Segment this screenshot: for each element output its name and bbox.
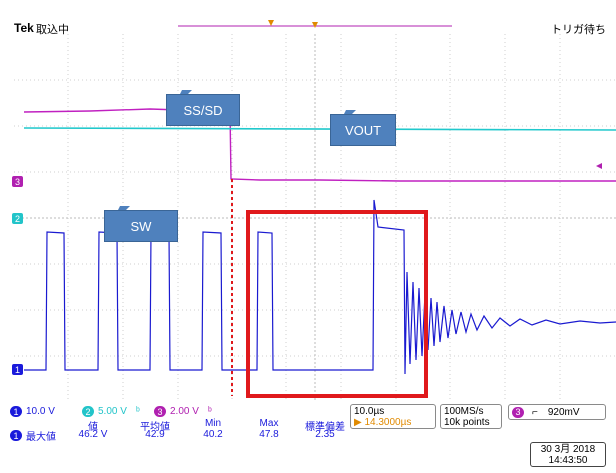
timebase-box[interactable]: 10.0µs ▶ 14.3000µs — [350, 404, 436, 429]
brand-logo: Tek — [14, 21, 34, 35]
measurement-channel-chip[interactable]: 1 — [10, 430, 22, 441]
ch1-marker[interactable]: 1 — [12, 364, 23, 375]
trigger-position-bar — [178, 20, 452, 28]
trigger-box[interactable]: 3 ⌐ 920mV — [508, 404, 606, 420]
waveform-area — [14, 34, 616, 402]
trigger-level: 920mV — [547, 406, 580, 418]
acquisition-box[interactable]: 100MS/s 10k points — [440, 404, 502, 429]
date: 30 3月 2018 — [540, 444, 596, 455]
measurement-value: 40.2 — [203, 429, 223, 440]
sample-rate: 100MS/s — [444, 406, 484, 417]
scope-display: 3 2 1 SS/SD VOUT SW — [0, 34, 616, 402]
ch3-chip[interactable]: 3 — [154, 406, 166, 417]
ch1-chip[interactable]: 1 — [10, 406, 22, 417]
channel-settings: 1 10.0 V 2 5.00 V ᵇ 3 2.00 V ᵇ — [10, 406, 212, 417]
trigger-source-chip: 3 — [512, 406, 524, 418]
measurement-value: 42.9 — [145, 429, 165, 440]
ch2-scale: 5.00 V — [98, 406, 127, 417]
callout-vout: VOUT — [330, 114, 396, 146]
ch2-chip[interactable]: 2 — [82, 406, 94, 417]
highlight-box — [246, 210, 428, 398]
scope-info-panel: 1 10.0 V 2 5.00 V ᵇ 3 2.00 V ᵇ 1 最大値 値 4… — [10, 404, 610, 470]
ch3-bandwidth-icon: ᵇ — [208, 406, 212, 417]
measurement-header: Max — [259, 418, 279, 429]
ch3-marker[interactable]: 3 — [12, 176, 23, 187]
measurement-header: Min — [204, 418, 222, 429]
measurement-value: 46.2 V — [78, 429, 108, 440]
timebase-value: 10.0µs — [354, 406, 385, 417]
trigger-position-value: ▶ 14.3000µs — [354, 417, 412, 428]
record-length: 10k points — [444, 417, 490, 428]
measurement-value: 2.35 — [315, 429, 335, 440]
ch2-bandwidth-icon: ᵇ — [136, 406, 140, 417]
scope-top-bar: Tek 取込中 トリガ待ち — [0, 0, 616, 36]
falling-edge-icon: ⌐ — [532, 406, 538, 418]
measurement-type: 最大値 — [26, 432, 56, 443]
ch1-scale: 10.0 V — [26, 406, 55, 417]
measurement-row: 1 最大値 — [10, 428, 56, 443]
callout-ss-sd: SS/SD — [166, 94, 240, 126]
ch3-trace — [23, 108, 616, 182]
ch3-scale: 2.00 V — [170, 406, 199, 417]
ch2-marker[interactable]: 2 — [12, 213, 23, 224]
callout-sw: SW — [104, 210, 178, 242]
date-time-box: 30 3月 2018 14:43:50 — [530, 442, 606, 467]
measurement-value: 47.8 — [259, 429, 279, 440]
ch2-trace — [23, 127, 616, 131]
time: 14:43:50 — [548, 455, 588, 466]
